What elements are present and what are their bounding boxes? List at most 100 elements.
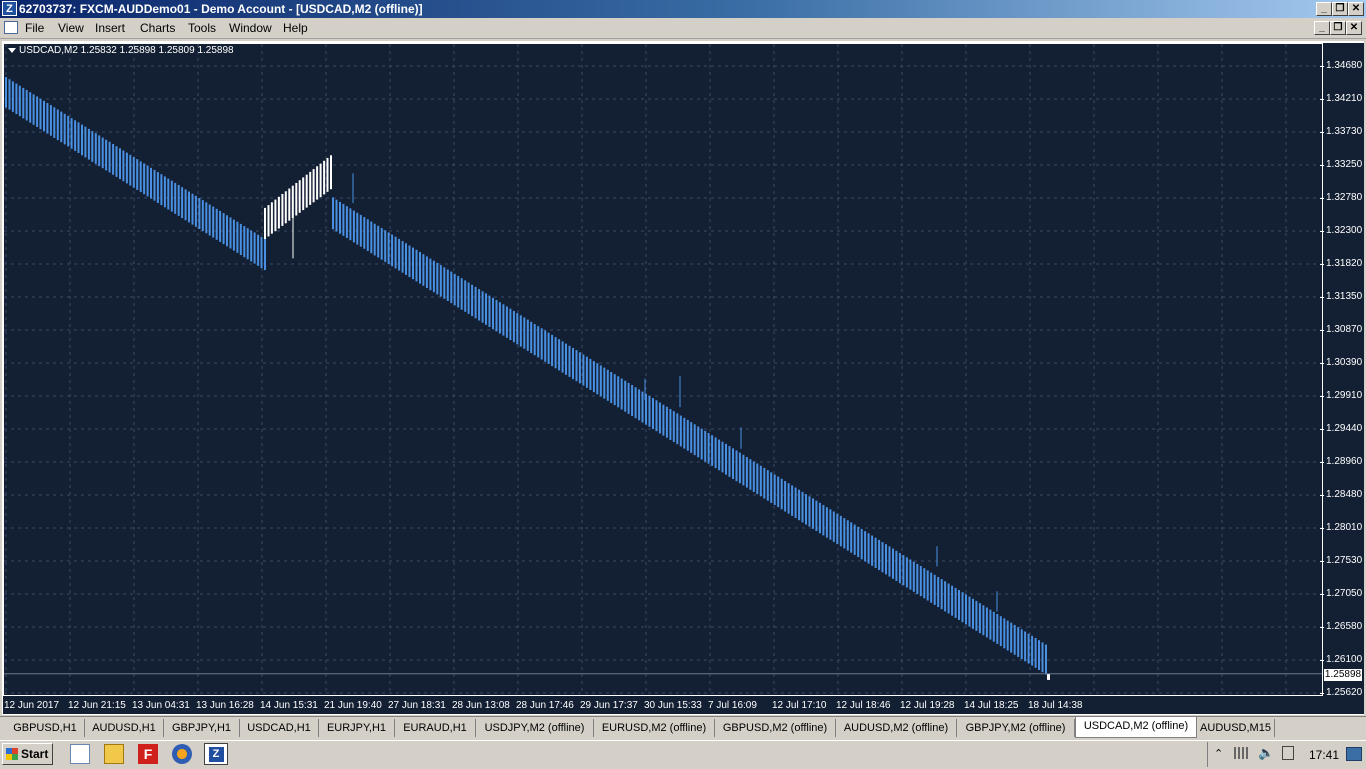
price-label: 1.29910: [1326, 390, 1363, 401]
price-label: 1.29440: [1326, 423, 1363, 434]
time-label: 7 Jul 16:09: [708, 700, 757, 711]
price-label: 1.32780: [1326, 192, 1363, 203]
firefox-icon[interactable]: [172, 744, 192, 764]
chart-tab[interactable]: AUDUSD,M15: [1197, 719, 1275, 737]
show-desktop-icon[interactable]: [1346, 747, 1362, 761]
price-label: 1.30390: [1326, 357, 1363, 368]
price-tick: [1320, 429, 1324, 430]
price-tick: [1320, 297, 1324, 298]
folder-icon[interactable]: [104, 744, 124, 764]
time-label: 12 Jul 17:10: [772, 700, 827, 711]
menu-insert[interactable]: Insert: [95, 21, 125, 35]
price-tick: [1320, 627, 1324, 628]
chevron-up-icon[interactable]: ⌃: [1214, 747, 1223, 760]
price-tick: [1320, 198, 1324, 199]
price-label: 1.25620: [1326, 687, 1363, 698]
chart-symbol-ohlc: USDCAD,M2 1.25832 1.25898 1.25809 1.2589…: [19, 45, 234, 56]
price-label: 1.34680: [1326, 60, 1363, 71]
notepad-icon[interactable]: [70, 744, 90, 764]
mt4-icon: Z: [208, 747, 224, 762]
price-tick: [1320, 363, 1324, 364]
speaker-icon[interactable]: 🔈: [1258, 745, 1274, 761]
price-label: 1.32300: [1326, 225, 1363, 236]
price-tick: [1320, 66, 1324, 67]
time-label: 13 Jun 04:31: [132, 700, 190, 711]
f-app-icon[interactable]: F: [138, 744, 158, 764]
time-label: 29 Jun 17:37: [580, 700, 638, 711]
price-tick: [1320, 528, 1324, 529]
price-tick: [1320, 132, 1324, 133]
time-label: 12 Jul 19:28: [900, 700, 955, 711]
time-label: 13 Jun 16:28: [196, 700, 254, 711]
time-label: 28 Jun 17:46: [516, 700, 574, 711]
start-label: Start: [21, 747, 49, 761]
price-tick: [1320, 462, 1324, 463]
price-label: 1.27050: [1326, 588, 1363, 599]
windows-logo-icon: [6, 748, 18, 760]
menu-charts[interactable]: Charts: [140, 21, 175, 35]
child-restore-button[interactable]: ❐: [1330, 21, 1346, 35]
price-tick: [1320, 495, 1324, 496]
menu-tools[interactable]: Tools: [188, 21, 216, 35]
chart-tab[interactable]: EURJPY,H1: [319, 719, 395, 737]
price-label: 1.33250: [1326, 159, 1363, 170]
price-label: 1.33730: [1326, 126, 1363, 137]
chart-tab[interactable]: USDCAD,H1: [240, 719, 319, 737]
chart-area[interactable]: [3, 43, 1323, 696]
price-tick: [1320, 330, 1324, 331]
price-label: 1.30870: [1326, 324, 1363, 335]
price-label: 1.34210: [1326, 93, 1363, 104]
chart-tab[interactable]: GBPJPY,H1: [164, 719, 240, 737]
time-label: 14 Jun 15:31: [260, 700, 318, 711]
time-label: 18 Jul 14:38: [1028, 700, 1083, 711]
menu-file[interactable]: File: [25, 21, 44, 35]
chart-tab[interactable]: EURUSD,M2 (offline): [594, 719, 715, 737]
time-label: 30 Jun 15:33: [644, 700, 702, 711]
start-button[interactable]: Start: [2, 743, 53, 765]
price-label: 1.26580: [1326, 621, 1363, 632]
menu-help[interactable]: Help: [283, 21, 308, 35]
chart-tab[interactable]: AUDUSD,H1: [85, 719, 164, 737]
menu-window[interactable]: Window: [229, 21, 272, 35]
price-tick: [1320, 594, 1324, 595]
price-tick: [1320, 561, 1324, 562]
signal-icon[interactable]: [1234, 747, 1248, 759]
chart-tab[interactable]: AUDUSD,M2 (offline): [836, 719, 957, 737]
chart-tab[interactable]: EURAUD,H1: [395, 719, 476, 737]
price-label: 1.31820: [1326, 258, 1363, 269]
child-close-button[interactable]: ✕: [1346, 21, 1362, 35]
chart-tab[interactable]: GBPJPY,M2 (offline): [957, 719, 1075, 737]
price-label: 1.27530: [1326, 555, 1363, 566]
price-tick: [1320, 165, 1324, 166]
time-label: 27 Jun 18:31: [388, 700, 446, 711]
clock: 17:41: [1309, 748, 1340, 762]
close-button[interactable]: ✕: [1348, 2, 1364, 16]
power-icon[interactable]: [1282, 746, 1294, 760]
chart-tab[interactable]: USDCAD,M2 (offline): [1075, 717, 1197, 738]
price-label: 1.28960: [1326, 456, 1363, 467]
price-tick: [1320, 660, 1324, 661]
price-label: 1.26100: [1326, 654, 1363, 665]
time-label: 12 Jun 2017: [4, 700, 60, 711]
minimize-button[interactable]: _: [1316, 2, 1332, 16]
time-label: 12 Jun 21:15: [68, 700, 126, 711]
time-label: 14 Jul 18:25: [964, 700, 1019, 711]
time-label: 12 Jul 18:46: [836, 700, 891, 711]
price-label: 1.28480: [1326, 489, 1363, 500]
dropdown-arrow-icon[interactable]: [8, 47, 16, 53]
time-label: 21 Jun 19:40: [324, 700, 382, 711]
menu-view[interactable]: View: [58, 21, 84, 35]
price-tick: [1320, 693, 1324, 694]
app-icon[interactable]: Z: [2, 1, 17, 16]
price-label: 1.31350: [1326, 291, 1363, 302]
price-label: 1.28010: [1326, 522, 1363, 533]
mt4-taskbar-button[interactable]: Z: [204, 743, 228, 765]
document-icon[interactable]: [4, 21, 18, 34]
chart-header: USDCAD,M2 1.25832 1.25898 1.25809 1.2589…: [8, 45, 234, 56]
chart-tab[interactable]: USDJPY,M2 (offline): [476, 719, 594, 737]
current-price-label: 1.25898: [1324, 669, 1362, 681]
restore-button[interactable]: ❐: [1332, 2, 1348, 16]
chart-tab[interactable]: GBPUSD,H1: [6, 719, 85, 737]
chart-tab[interactable]: GBPUSD,M2 (offline): [715, 719, 836, 737]
child-minimize-button[interactable]: _: [1314, 21, 1330, 35]
